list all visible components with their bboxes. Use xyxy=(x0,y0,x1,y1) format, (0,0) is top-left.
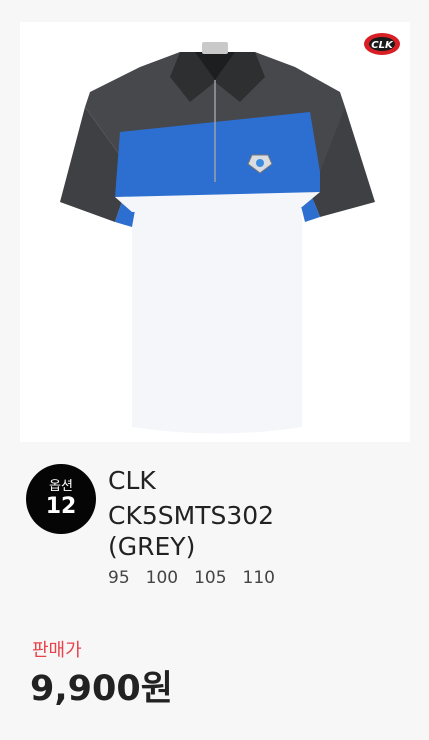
size-option: 110 xyxy=(242,568,275,588)
clk-logo: CLK xyxy=(362,30,402,58)
option-label: 옵션 xyxy=(49,479,73,494)
size-option: 95 xyxy=(108,568,130,588)
price-label: 판매가 xyxy=(32,640,82,661)
price-value: 9,900원 xyxy=(30,669,173,709)
option-count: 12 xyxy=(45,494,77,519)
model-color: (GREY) xyxy=(108,532,196,561)
logo-text: CLK xyxy=(371,40,394,51)
size-option: 105 xyxy=(194,568,227,588)
option-count-badge: 옵션 12 xyxy=(26,464,96,534)
product-model[interactable]: CK5SMTS302 (GREY) xyxy=(108,500,408,562)
product-image[interactable] xyxy=(20,22,410,442)
model-code: CK5SMTS302 xyxy=(108,501,275,530)
polo-shirt-image xyxy=(60,42,375,434)
size-option: 100 xyxy=(145,568,179,588)
brand-name: CLK xyxy=(108,466,156,495)
size-list: 95 100 105 110 xyxy=(108,568,275,588)
